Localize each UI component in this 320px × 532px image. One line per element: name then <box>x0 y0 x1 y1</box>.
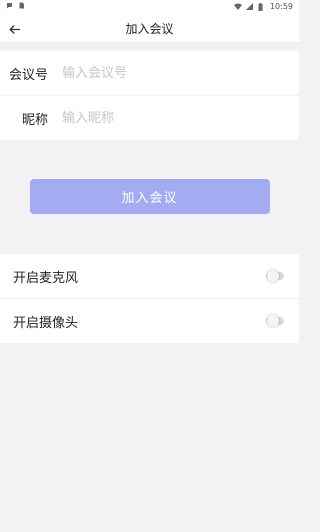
switch-knob <box>267 270 279 282</box>
switch-knob <box>267 315 279 327</box>
camera-switch[interactable] <box>266 315 284 327</box>
meeting-id-row: 会议号 <box>0 51 299 95</box>
nickname-label: 昵称 <box>21 112 48 128</box>
join-form: 会议号 昵称 <box>0 51 299 140</box>
join-meeting-button[interactable]: 加入会议 <box>29 179 270 214</box>
meeting-id-label: 会议号 <box>8 67 48 83</box>
settings-list: 开启麦克风 开启摄像头 <box>0 254 299 343</box>
microphone-toggle-label: 开启麦克风 <box>13 270 79 286</box>
page-title: 加入会议 <box>125 22 174 36</box>
microphone-switch[interactable] <box>266 270 284 282</box>
camera-toggle-label: 开启摄像头 <box>13 315 79 331</box>
app-bar: 加入会议 <box>0 14 299 43</box>
status-time: 10:59 <box>269 2 293 11</box>
status-bar: 10:59 <box>0 0 299 14</box>
meeting-id-input[interactable] <box>62 58 299 88</box>
battery-icon <box>258 3 265 11</box>
wifi-icon <box>233 3 242 10</box>
camera-toggle-row: 开启摄像头 <box>0 298 299 343</box>
notification-icon <box>6 2 13 9</box>
nickname-row: 昵称 <box>0 95 299 140</box>
microphone-toggle-row: 开启麦克风 <box>0 254 299 298</box>
nickname-input[interactable] <box>62 103 299 133</box>
sd-card-icon <box>18 2 25 9</box>
signal-icon <box>245 3 253 10</box>
